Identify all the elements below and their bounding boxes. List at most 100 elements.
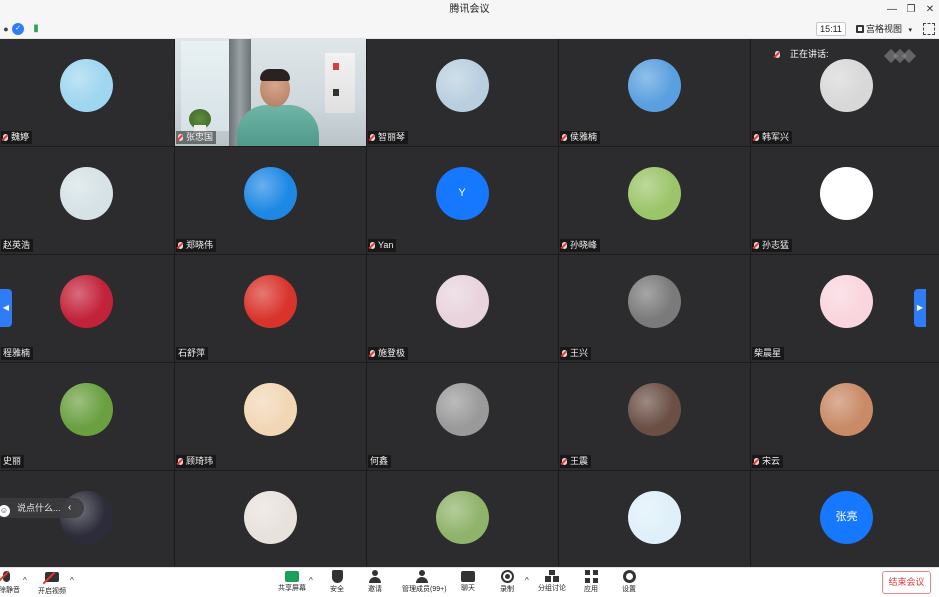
meeting-info-bar: ● ✓ ▮ 15:11 宫格视图 ▾ [0, 20, 939, 39]
participant-tile[interactable]: 王兴 [559, 255, 750, 362]
muted-mic-icon [178, 242, 183, 249]
share-options-caret[interactable]: ^ [309, 576, 313, 585]
speaking-indicator: 正在讲话: [775, 47, 829, 61]
security-button[interactable]: 安全 [317, 570, 357, 595]
grid-view-label: 宫格视图 [866, 24, 903, 34]
breakout-button[interactable]: 分组讨论 [532, 570, 572, 594]
participant-grid: 魏婷 张忠国 智丽琴 侯雅楠 韩军兴 赵英浩 郑晓伟 Y Yan 孙晓峰 孙志猛 程雅楠 石舒萍 施登极王… [0, 39, 939, 571]
participant-tile[interactable]: 程雅楠 [0, 255, 174, 362]
participant-tile[interactable]: 魏婷 [0, 39, 174, 146]
avatar [243, 275, 297, 328]
avatar [627, 275, 681, 328]
participant-tile[interactable]: 张忠国 [175, 39, 366, 146]
signal-icon[interactable]: ▮ [30, 23, 42, 35]
voice-activity-icon [883, 48, 917, 64]
title-bar: 腾讯会议 — ❐ ✕ [0, 0, 939, 20]
participant-name-tag: 柴晨星 [752, 347, 785, 360]
participant-tile[interactable]: 智丽琴 [367, 39, 558, 146]
members-icon [416, 570, 428, 583]
avatar [627, 383, 681, 436]
participant-name-tag: 张忠国 [176, 131, 217, 144]
muted-mic-icon [370, 134, 375, 141]
apps-icon [584, 570, 598, 583]
participant-tile[interactable] [175, 471, 366, 571]
security-icon [331, 570, 343, 583]
grid-icon [856, 25, 864, 33]
participant-tile[interactable]: 侯雅楠 [559, 39, 750, 146]
minimize-button[interactable]: — [883, 0, 901, 20]
avatar: Y [435, 167, 489, 220]
participant-tile[interactable] [0, 471, 174, 571]
avatar [60, 275, 113, 328]
chat-icon [461, 571, 475, 582]
chevron-left-icon[interactable]: ‹ [68, 498, 71, 518]
participant-name: 顾琦玮 [186, 456, 214, 466]
breakout-icon [545, 570, 559, 582]
share-screen-label: 共享屏幕 [278, 585, 306, 592]
end-meeting-button[interactable]: 结束会议 [882, 571, 931, 594]
participant-tile[interactable]: 王震 [559, 363, 750, 470]
muted-mic-icon [178, 458, 183, 465]
participant-name: 何鑫 [370, 456, 389, 466]
prev-page-button[interactable]: ◀ [0, 289, 12, 327]
grid-view-dropdown[interactable]: 宫格视图 ▾ [856, 22, 912, 37]
participant-name-tag: 宋云 [752, 455, 784, 468]
avatar [820, 167, 873, 220]
participant-tile[interactable]: 何鑫 [367, 363, 558, 470]
participant-tile[interactable]: 张亮 [751, 471, 939, 571]
share-screen-button[interactable]: 共享屏幕 [272, 570, 312, 594]
participant-name: 王兴 [570, 348, 589, 358]
participant-tile[interactable]: 施登极 [367, 255, 558, 362]
participant-name-tag: 赵英浩 [1, 239, 34, 252]
participant-tile[interactable]: 柴晨星 [751, 255, 939, 362]
restore-button[interactable]: ❐ [902, 0, 920, 20]
settings-button[interactable]: 设置 [609, 570, 649, 595]
mic-icon [775, 51, 780, 58]
participant-name-tag: 顾琦玮 [176, 455, 217, 468]
participant-tile[interactable]: 孙志猛 [751, 147, 939, 254]
window-title: 腾讯会议 [449, 4, 490, 15]
chat-button[interactable]: 聊天 [448, 570, 488, 594]
participant-tile[interactable]: 顾琦玮 [175, 363, 366, 470]
participant-tile[interactable]: 宋云 [751, 363, 939, 470]
apps-label: 应用 [584, 586, 598, 593]
next-page-button[interactable]: ▶ [914, 289, 926, 327]
avatar [243, 383, 297, 436]
avatar [435, 491, 489, 544]
start-video-label: 开启视频 [38, 588, 66, 595]
participant-tile[interactable]: 史丽 [0, 363, 174, 470]
record-options-caret[interactable]: ^ [525, 576, 529, 585]
participant-name: 史丽 [3, 456, 22, 466]
participant-name-tag: 孙志猛 [752, 239, 793, 252]
avatar [60, 59, 113, 112]
meeting-info-icon[interactable]: ● [0, 23, 12, 35]
participant-tile[interactable]: Y Yan [367, 147, 558, 254]
invite-button[interactable]: 邀请 [355, 570, 395, 595]
audio-options-caret[interactable]: ^ [23, 576, 27, 585]
participant-tile[interactable] [367, 471, 558, 571]
close-button[interactable]: ✕ [921, 0, 939, 20]
emoji-icon[interactable]: ☺ [0, 505, 10, 517]
chevron-down-icon: ▾ [908, 27, 913, 34]
participant-tile[interactable]: 孙晓峰 [559, 147, 750, 254]
participant-tile[interactable]: 郑晓伟 [175, 147, 366, 254]
manage-members-button[interactable]: 管理成员(99+) [402, 570, 447, 595]
participant-name-tag: 智丽琴 [368, 131, 409, 144]
speaking-label: 正在讲话: [790, 49, 829, 59]
participant-name: 石舒萍 [178, 348, 206, 358]
apps-button[interactable]: 应用 [571, 570, 611, 595]
start-video-button[interactable]: 开启视频 [32, 570, 72, 597]
participant-name: 施登极 [378, 348, 406, 358]
participant-tile[interactable]: 赵英浩 [0, 147, 174, 254]
record-button[interactable]: 录制 [487, 570, 527, 595]
participant-name-tag: 王震 [560, 455, 592, 468]
shield-icon[interactable]: ✓ [12, 23, 24, 35]
fullscreen-icon[interactable] [923, 23, 935, 35]
chat-input-popup[interactable]: ☺ 说点什么... ‹ [0, 498, 84, 518]
meeting-window: 腾讯会议 — ❐ ✕ ● ✓ ▮ 15:11 宫格视图 ▾ 魏婷 张忠国 智丽琴 侯雅… [0, 0, 939, 597]
participant-tile[interactable]: 石舒萍 [175, 255, 366, 362]
participant-tile[interactable] [559, 471, 750, 571]
video-options-caret[interactable]: ^ [70, 576, 74, 585]
record-label: 录制 [500, 586, 514, 593]
camera-off-icon [45, 572, 59, 585]
